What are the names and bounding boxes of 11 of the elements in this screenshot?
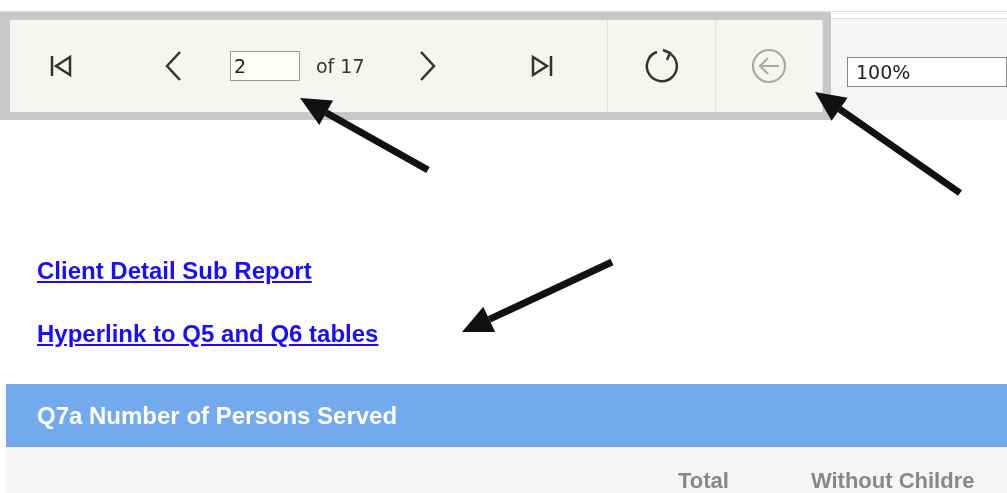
report-link[interactable]: Hyperlink to Q5 and Q6 tables <box>37 317 379 350</box>
first-page-icon <box>48 53 74 79</box>
page-number-field[interactable]: 2 <box>230 51 300 81</box>
report-link[interactable]: Client Detail Sub Report <box>37 254 312 287</box>
chevron-right-icon <box>417 50 438 82</box>
column-header: Without Childre <box>810 470 975 492</box>
chevron-left-icon <box>163 50 183 82</box>
zoom-field[interactable]: 100% <box>847 57 1007 87</box>
section-title: Q7a Number of Persons Served <box>37 400 398 431</box>
page-count: of 17 <box>316 53 365 79</box>
column-header: Total <box>678 470 729 492</box>
